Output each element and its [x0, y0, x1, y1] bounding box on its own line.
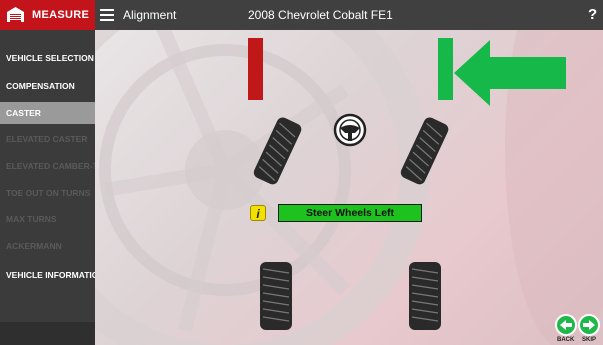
sidebar: VEHICLE SELECTION COMPENSATION CASTER EL… [0, 30, 95, 345]
measure-tab[interactable]: MEASURE [0, 0, 95, 30]
vehicle-title: 2008 Chevrolet Cobalt FE1 [248, 8, 393, 22]
sidebar-footer [0, 322, 95, 345]
instruction-banner: Steer Wheels Left [278, 204, 422, 222]
help-icon[interactable]: ? [588, 6, 597, 23]
main-panel: i Steer Wheels Left BACK SKIP [95, 30, 603, 345]
rear-left-tire-icon [260, 262, 292, 330]
top-bar: MEASURE Alignment 2008 Chevrolet Cobalt … [0, 0, 603, 30]
skip-button[interactable] [578, 314, 600, 336]
skip-label: SKIP [582, 337, 597, 343]
garage-icon [7, 7, 24, 22]
front-left-tire-icon [253, 117, 302, 185]
back-arrow-icon [560, 320, 572, 330]
sidebar-item-caster[interactable]: CASTER [0, 102, 95, 124]
rear-right-tire-icon [409, 262, 441, 330]
sidebar-item-elevated-caster: ELEVATED CASTER [6, 134, 88, 144]
hamburger-menu-icon[interactable] [100, 9, 114, 21]
screen-title: Alignment [123, 8, 177, 22]
sidebar-item-ackermann: ACKERMANN [6, 241, 62, 251]
skip-arrow-icon [583, 320, 595, 330]
info-icon[interactable]: i [250, 205, 266, 221]
measure-label: MEASURE [32, 9, 90, 21]
sidebar-item-elevated-camber-toe: ELEVATED CAMBER-TOE [6, 161, 95, 171]
back-label: BACK [557, 337, 575, 343]
left-arrow-icon [454, 40, 566, 106]
steering-wheel-icon [333, 113, 367, 147]
sidebar-item-vehicle-selection[interactable]: VEHICLE SELECTION [0, 47, 95, 69]
sidebar-item-compensation[interactable]: COMPENSATION [0, 75, 95, 97]
left-caster-indicator [248, 38, 263, 100]
right-caster-indicator [438, 38, 453, 100]
front-right-tire-icon [400, 117, 449, 185]
sidebar-item-max-turns: MAX TURNS [6, 214, 57, 224]
back-button[interactable] [555, 314, 577, 336]
sidebar-item-vehicle-information[interactable]: VEHICLE INFORMATION [0, 264, 95, 286]
sidebar-item-toe-out-on-turns: TOE OUT ON TURNS [6, 188, 91, 198]
